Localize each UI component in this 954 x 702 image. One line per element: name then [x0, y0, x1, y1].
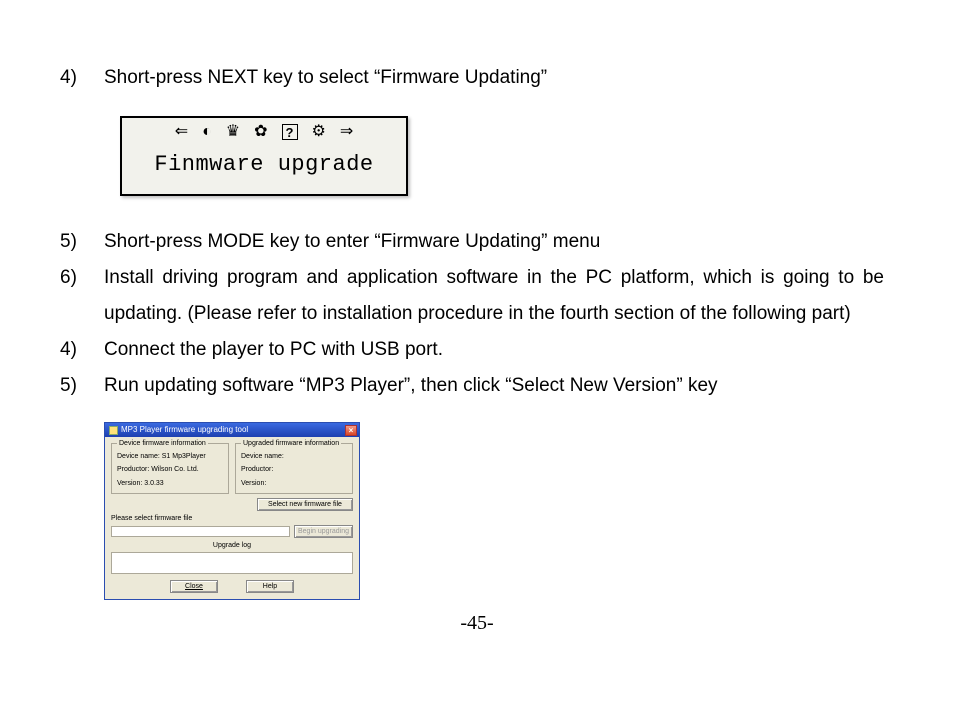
app-icon — [109, 426, 118, 435]
info-row: Productor: Wilson Co. Ltd. — [117, 465, 223, 474]
step-item: 5) Short-press MODE key to enter “Firmwa… — [60, 224, 884, 260]
info-row: Version: — [241, 479, 347, 488]
question-icon: ? — [282, 124, 298, 140]
select-firmware-button[interactable]: Select new firmware file — [257, 498, 353, 511]
firmware-path-input[interactable] — [111, 526, 290, 537]
lcd-screenshot: ⇐ ◐ ♛ ✿ ? ⚙ ⇒ Finmware upgrade — [120, 116, 408, 196]
gear-icon: ⚙ — [312, 124, 326, 140]
step-number: 4) — [60, 60, 104, 96]
group-legend: Upgraded firmware information — [241, 439, 341, 448]
upgrade-log-label: Upgrade log — [111, 541, 353, 550]
step-text: Connect the player to PC with USB port. — [104, 332, 884, 368]
arrow-right-icon: ⇒ — [340, 124, 353, 140]
step-item: 6) Install driving program and applicati… — [60, 260, 884, 332]
lcd-label: Finmware upgrade — [132, 144, 396, 186]
please-select-label: Please select firmware file — [111, 514, 353, 523]
lcd-icon-row: ⇐ ◐ ♛ ✿ ? ⚙ ⇒ — [132, 124, 396, 140]
contrast-icon: ◐ — [202, 124, 212, 140]
lcd-screen: ⇐ ◐ ♛ ✿ ? ⚙ ⇒ Finmware upgrade — [120, 116, 408, 196]
info-row: Version: 3.0.33 — [117, 479, 223, 488]
flower-icon: ✿ — [254, 124, 267, 140]
arrow-left-icon: ⇐ — [175, 124, 188, 140]
step-number: 5) — [60, 368, 104, 404]
step-number: 4) — [60, 332, 104, 368]
step-item: 4) Short-press NEXT key to select “Firmw… — [60, 60, 884, 96]
begin-upgrading-button[interactable]: Begin upgrading — [294, 525, 353, 538]
step-text: Short-press MODE key to enter “Firmware … — [104, 224, 884, 260]
close-button[interactable]: Close — [170, 580, 218, 593]
upgraded-info-group: Upgraded firmware information Device nam… — [235, 443, 353, 493]
group-legend: Device firmware information — [117, 439, 208, 448]
window-title: MP3 Player firmware upgrading tool — [121, 425, 248, 435]
close-icon[interactable]: × — [345, 425, 357, 436]
page-number: -45- — [0, 604, 954, 642]
info-row: Productor: — [241, 465, 347, 474]
upgrade-log-box — [111, 552, 353, 574]
step-item: 4) Connect the player to PC with USB por… — [60, 332, 884, 368]
chess-icon: ♛ — [226, 124, 240, 140]
dialog-body: Device firmware information Device name:… — [105, 437, 359, 599]
info-row: Device name: — [241, 452, 347, 461]
firmware-tool-dialog: MP3 Player firmware upgrading tool × Dev… — [104, 422, 360, 600]
step-text: Install driving program and application … — [104, 260, 884, 332]
step-number: 5) — [60, 224, 104, 260]
step-number: 6) — [60, 260, 104, 296]
titlebar: MP3 Player firmware upgrading tool × — [105, 423, 359, 437]
step-text: Short-press NEXT key to select “Firmware… — [104, 60, 884, 96]
help-button[interactable]: Help — [246, 580, 294, 593]
info-row: Device name: S1 Mp3Player — [117, 452, 223, 461]
step-text: Run updating software “MP3 Player”, then… — [104, 368, 884, 404]
device-info-group: Device firmware information Device name:… — [111, 443, 229, 493]
step-item: 5) Run updating software “MP3 Player”, t… — [60, 368, 884, 404]
